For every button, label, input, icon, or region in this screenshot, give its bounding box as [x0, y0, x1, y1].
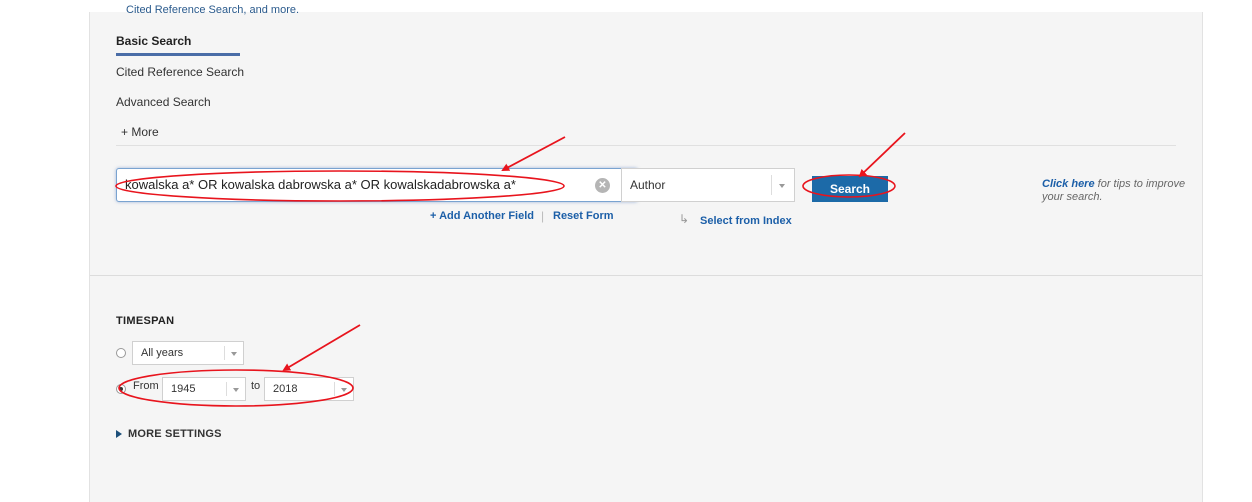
all-years-select[interactable]: All years	[132, 341, 244, 365]
timespan-heading: TIMESPAN	[116, 315, 175, 327]
tab-basic-search[interactable]: Basic Search	[116, 34, 191, 48]
select-separator	[226, 382, 227, 396]
to-year-select[interactable]: 2018	[264, 377, 354, 401]
active-tab-indicator	[116, 53, 240, 56]
search-tips: Click here for tips to improve your sear…	[1042, 178, 1202, 204]
from-year-value: 1945	[171, 383, 196, 395]
section-divider	[90, 275, 1202, 276]
add-another-field-link[interactable]: + Add Another Field	[430, 210, 534, 222]
from-year-select[interactable]: 1945	[162, 377, 246, 401]
all-years-radio[interactable]	[116, 348, 126, 358]
clear-icon[interactable]: ✕	[595, 178, 610, 193]
select-separator	[224, 346, 225, 360]
more-tabs-button[interactable]: + More	[121, 125, 159, 139]
more-settings-toggle[interactable]: MORE SETTINGS	[116, 428, 222, 440]
chevron-down-icon	[233, 388, 239, 392]
divider	[116, 145, 1176, 146]
to-label: to	[251, 380, 261, 392]
search-button[interactable]: Search	[812, 176, 888, 202]
expand-triangle-icon	[116, 430, 122, 439]
chevron-down-icon	[341, 388, 347, 392]
tips-link[interactable]: Click here	[1042, 178, 1095, 190]
to-year-value: 2018	[273, 383, 298, 395]
select-separator	[771, 175, 772, 195]
page: Cited Reference Search, and more. Basic …	[0, 0, 1252, 502]
more-settings-label: MORE SETTINGS	[128, 428, 222, 440]
tab-cited-reference-search[interactable]: Cited Reference Search	[116, 65, 244, 79]
all-years-value: All years	[141, 347, 184, 359]
field-type-select[interactable]: Author	[621, 168, 795, 202]
chevron-down-icon	[779, 184, 785, 188]
cited-reference-link-partial[interactable]: Cited Reference Search, and more.	[126, 4, 299, 16]
select-from-index-link[interactable]: Select from Index	[700, 215, 792, 227]
tab-advanced-search[interactable]: Advanced Search	[116, 95, 211, 109]
chevron-down-icon	[231, 352, 237, 356]
search-query-input[interactable]: kowalska a* OR kowalska dabrowska a* OR …	[116, 168, 638, 202]
return-arrow-icon: ↳	[679, 212, 690, 226]
search-query-value[interactable]: kowalska a* OR kowalska dabrowska a* OR …	[125, 169, 605, 201]
from-label: From	[133, 380, 159, 392]
year-range-radio[interactable]	[116, 384, 126, 394]
search-panel: Cited Reference Search, and more. Basic …	[89, 4, 1203, 502]
reset-form-link[interactable]: Reset Form	[553, 210, 614, 222]
link-separator: |	[541, 209, 545, 223]
field-type-value: Author	[630, 178, 666, 192]
select-separator	[334, 382, 335, 396]
